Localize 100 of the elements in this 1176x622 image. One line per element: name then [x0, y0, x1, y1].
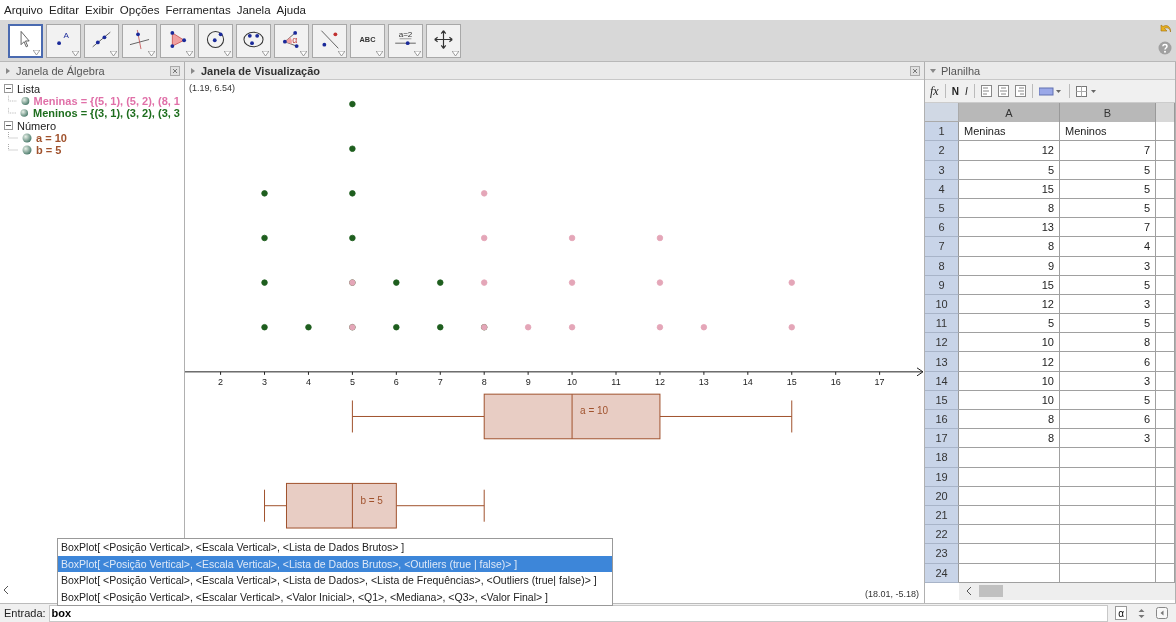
visibility-toggle[interactable] [20, 108, 29, 118]
table-cell[interactable] [1156, 410, 1175, 430]
row-header[interactable]: 20 [925, 486, 959, 506]
table-cell[interactable] [959, 448, 1060, 468]
column-header[interactable] [1156, 103, 1175, 123]
table-cell[interactable] [1156, 294, 1175, 315]
data-point[interactable] [437, 324, 444, 331]
row-header[interactable]: 19 [925, 467, 959, 487]
table-cell[interactable]: 6 [1060, 352, 1156, 372]
table-cell[interactable] [1156, 218, 1175, 238]
close-icon[interactable] [170, 65, 180, 76]
table-cell[interactable] [959, 544, 1060, 564]
table-cell[interactable] [1060, 486, 1156, 506]
corner-header[interactable] [925, 103, 959, 123]
menu-item[interactable]: Exibir [85, 4, 114, 16]
fill-color-icon[interactable] [1038, 85, 1063, 97]
row-header[interactable]: 7 [925, 237, 959, 257]
table-cell[interactable]: 5 [1060, 275, 1156, 295]
tool-button[interactable] [8, 23, 43, 58]
column-header[interactable]: A [959, 103, 1060, 123]
collapse-icon[interactable] [4, 84, 13, 93]
italic-button[interactable]: I [964, 85, 968, 97]
row-header[interactable]: 8 [925, 256, 959, 276]
table-cell[interactable] [1156, 505, 1175, 526]
table-cell[interactable]: 7 [1060, 141, 1156, 161]
table-cell[interactable] [959, 525, 1060, 545]
visibility-toggle[interactable] [22, 133, 32, 143]
table-cell[interactable] [1156, 256, 1175, 276]
table-cell[interactable] [1156, 467, 1175, 487]
table-cell[interactable] [1156, 525, 1175, 545]
table-cell[interactable]: 8 [959, 410, 1060, 430]
tool-button[interactable] [426, 23, 461, 58]
table-cell[interactable] [959, 486, 1060, 506]
table-cell[interactable]: 12 [959, 294, 1060, 315]
box-plot[interactable] [264, 482, 485, 529]
algebra-entry[interactable]: Meninos = {(3, 1), (3, 2), (3, 3 [32, 107, 180, 119]
table-cell[interactable] [1156, 352, 1175, 372]
menu-item[interactable]: Ferramentas [165, 4, 231, 16]
scroll-left-icon[interactable] [965, 586, 973, 597]
table-cell[interactable]: 12 [959, 352, 1060, 372]
table-cell[interactable] [1156, 275, 1175, 295]
row-header[interactable]: 6 [925, 218, 959, 238]
row-header[interactable]: 24 [925, 563, 959, 583]
table-cell[interactable] [1060, 525, 1156, 545]
tool-button[interactable]: a=2 [388, 23, 423, 58]
table-cell[interactable] [1156, 390, 1175, 410]
table-cell[interactable]: 8 [959, 198, 1060, 219]
suggestion-item[interactable]: BoxPlot[ <Posição Vertical>, <Escalar Vertical>, <Valor Inicial>, <Q1>, <Mediana>, <Q3>, <Valor Final> ] [58, 588, 612, 605]
tool-button[interactable] [236, 23, 271, 58]
visibility-toggle[interactable] [22, 145, 32, 155]
algebra-entry[interactable]: a = 10 [36, 132, 67, 144]
row-header[interactable]: 23 [925, 544, 959, 564]
table-cell[interactable] [959, 505, 1060, 526]
tool-button[interactable]: α [274, 23, 309, 58]
table-cell[interactable]: 5 [1060, 390, 1156, 410]
data-point[interactable] [393, 279, 400, 286]
row-header[interactable]: 14 [925, 371, 959, 391]
table-cell[interactable] [1156, 429, 1175, 449]
algebra-entry[interactable]: b = 5 [36, 144, 62, 156]
table-cell[interactable] [1156, 141, 1175, 161]
table-cell[interactable]: 10 [959, 390, 1060, 410]
row-header[interactable]: 10 [925, 294, 959, 315]
menu-item[interactable]: Janela [236, 4, 271, 16]
table-cell[interactable]: Meninas [959, 122, 1060, 142]
table-cell[interactable] [1156, 486, 1175, 506]
tool-button[interactable]: A [46, 23, 81, 58]
row-header[interactable]: 9 [925, 275, 959, 295]
align-icon[interactable] [1014, 85, 1026, 97]
function-button[interactable]: fx [930, 83, 939, 99]
symbol-button[interactable]: α [1115, 606, 1127, 620]
row-header[interactable]: 3 [925, 160, 959, 180]
table-cell[interactable]: 5 [1060, 314, 1156, 334]
menu-item[interactable]: Editar [49, 4, 80, 16]
table-cell[interactable]: 3 [1060, 371, 1156, 391]
table-cell[interactable] [1156, 333, 1175, 353]
data-point[interactable] [437, 279, 444, 286]
table-cell[interactable]: 3 [1060, 256, 1156, 276]
table-cell[interactable] [1156, 198, 1175, 219]
suggestion-item[interactable]: BoxPlot[ <Posição Vertical>, <Escala Vertical>, <Lista de Dados>, <Lista de Frequências>, <Outliers (true| false)> ] [58, 572, 612, 589]
table-cell[interactable] [1156, 237, 1175, 257]
table-cell[interactable]: 5 [1060, 198, 1156, 219]
table-cell[interactable] [1156, 371, 1175, 391]
data-point[interactable] [349, 190, 356, 197]
data-point[interactable] [349, 145, 356, 152]
tool-button[interactable]: ABC [350, 23, 385, 58]
row-header[interactable]: 17 [925, 429, 959, 449]
table-cell[interactable] [1156, 563, 1175, 583]
row-header[interactable]: 12 [925, 333, 959, 353]
table-cell[interactable]: Meninos [1060, 122, 1156, 142]
row-header[interactable]: 4 [925, 179, 959, 199]
data-point[interactable] [261, 279, 268, 286]
table-cell[interactable]: 6 [1060, 410, 1156, 430]
column-header[interactable]: B [1060, 103, 1156, 123]
table-cell[interactable] [1156, 448, 1175, 468]
suggestion-item[interactable]: BoxPlot[ <Posição Vertical>, <Escala Vertical>, <Lista de Dados Brutos> ] [58, 539, 612, 556]
close-icon[interactable] [910, 65, 920, 76]
help-icon[interactable] [1158, 41, 1172, 55]
table-cell[interactable] [1060, 563, 1156, 583]
tool-button[interactable] [160, 23, 195, 58]
row-header[interactable]: 5 [925, 198, 959, 219]
